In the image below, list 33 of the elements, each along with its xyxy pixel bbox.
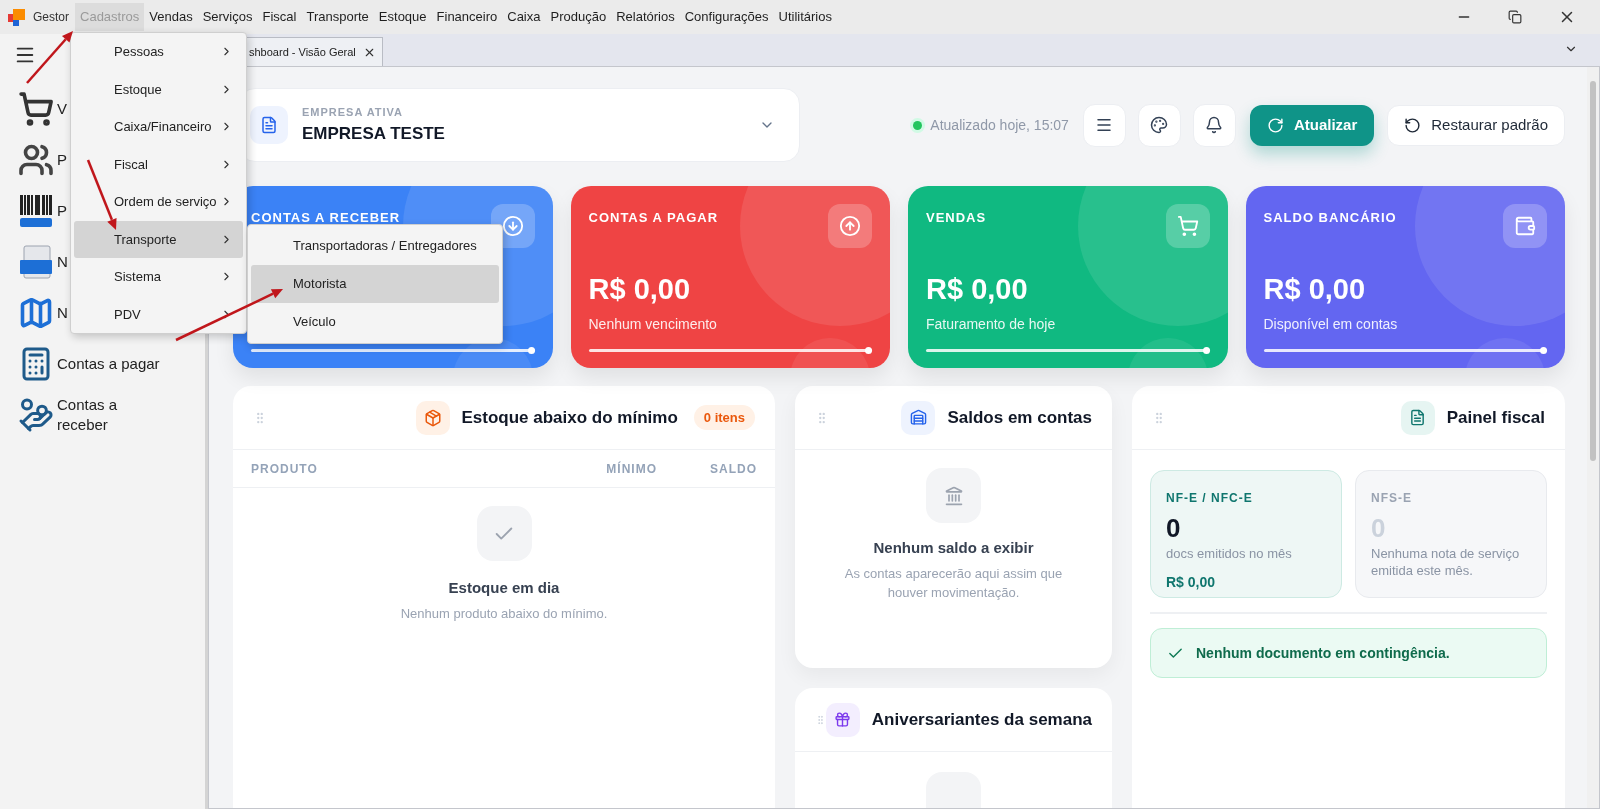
- fiscal-box-caption: Nenhuma nota de serviço emitida este mês.: [1371, 545, 1521, 579]
- empty-state-title: Nenhum saldo a exibir: [873, 538, 1034, 558]
- status-alert: Nenhum documento em contingência.: [1150, 628, 1547, 678]
- company-caption: EMPRESA ATIVA: [302, 105, 404, 120]
- card-value: R$ 0,00: [588, 272, 692, 307]
- empty-state-text: Nenhum produto abaixo do mínimo.: [400, 604, 608, 623]
- card-title: CONTAS A RECEBER: [251, 209, 401, 227]
- company-name: EMPRESA TESTE: [302, 122, 445, 145]
- card-subtitle: Disponível em contas: [1263, 314, 1399, 334]
- card-title: SALDO BANCÁRIO: [1263, 209, 1397, 227]
- fiscal-box-label: NFS-E: [1371, 490, 1413, 507]
- count-badge: 0 itens: [693, 404, 755, 431]
- panel-title: Painel fiscal: [1446, 406, 1545, 429]
- card-title: CONTAS A PAGAR: [588, 209, 719, 227]
- status-text: Atualizado hoje, 15:07: [930, 115, 1069, 135]
- empty-state-text: As contas aparecerão aqui assim que houver movimentação.: [843, 564, 1064, 602]
- column-header: PRODUTO: [251, 460, 318, 478]
- fiscal-box-amount: R$ 0,00: [1166, 573, 1217, 592]
- card-subtitle: Nenhum vencimento: [588, 314, 718, 334]
- column-header: SALDO: [709, 460, 757, 478]
- column-header: MÍNIMO: [605, 460, 657, 478]
- panel-title: Aniversariantes da semana: [871, 708, 1092, 731]
- card-title: VENDAS: [926, 209, 987, 227]
- card-subtitle: Faturamento de hoje: [926, 314, 1057, 334]
- fiscal-box-label: NF-E / NFC-E: [1166, 490, 1254, 507]
- card-value: R$ 0,00: [1263, 272, 1367, 307]
- card-value: R$ 0,00: [926, 272, 1029, 307]
- app-name: Gestor: [33, 9, 69, 26]
- empty-state-title: Estoque em dia: [448, 578, 560, 598]
- fiscal-box-caption: docs emitidos no mês: [1166, 545, 1293, 562]
- fiscal-box-count: 0: [1166, 513, 1182, 543]
- panel-title: Estoque abaixo do mínimo: [461, 406, 678, 429]
- panel-title: Saldos em contas: [947, 406, 1092, 429]
